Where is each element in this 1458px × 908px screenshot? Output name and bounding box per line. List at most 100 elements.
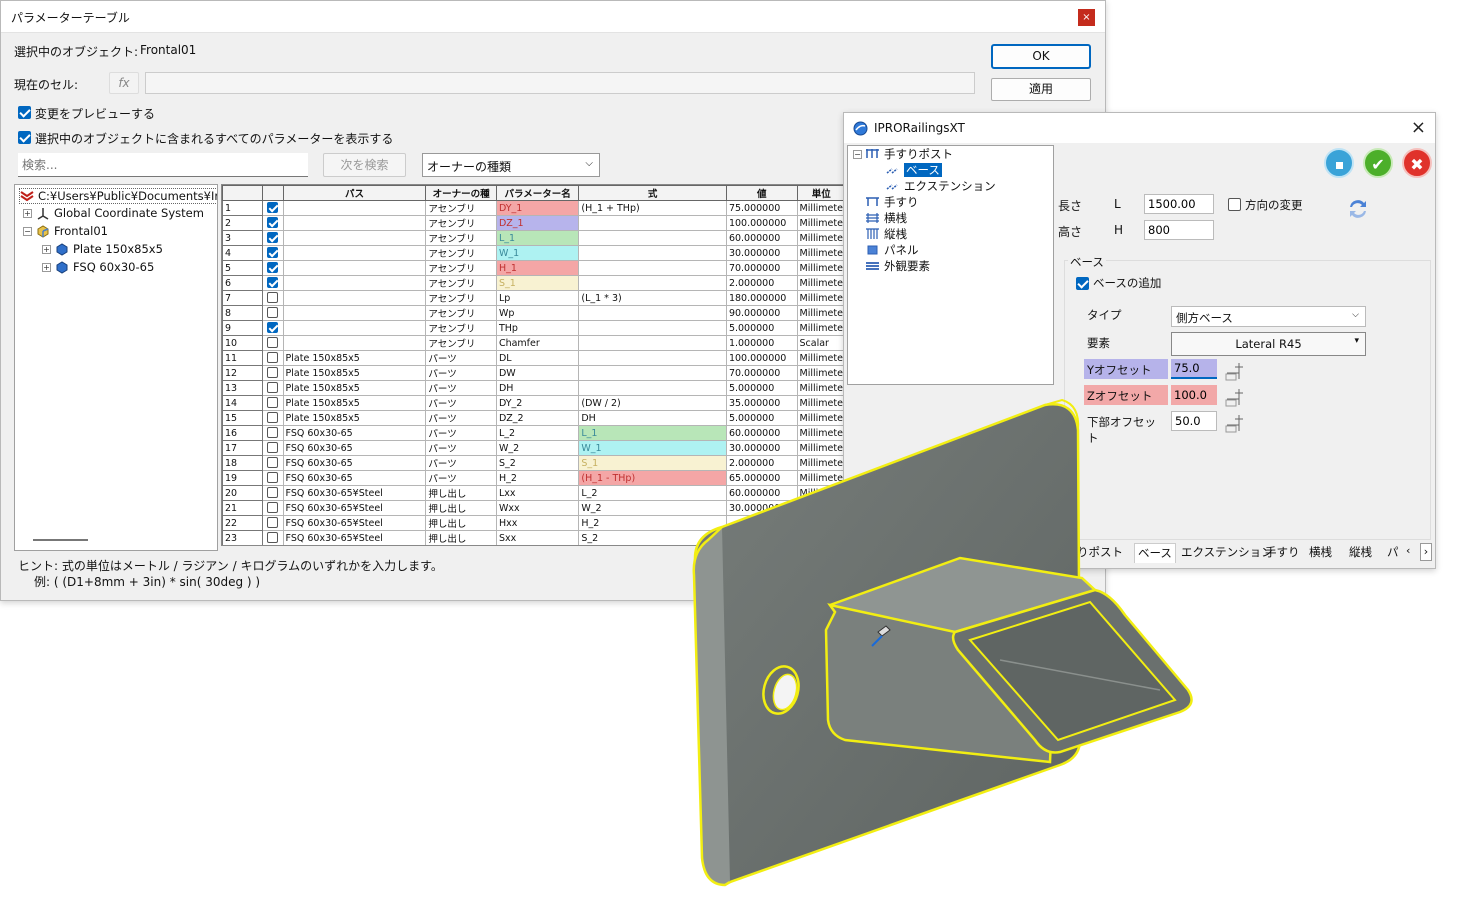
- param-name-cell[interactable]: Lxx: [495, 485, 580, 501]
- table-row[interactable]: 13 Plate 150x85x5 パーツ DH 5.000000 Millimete: [222, 380, 846, 396]
- row-number[interactable]: 7: [222, 290, 263, 306]
- row-enabled-cell[interactable]: [261, 230, 284, 246]
- tab-handrail[interactable]: 手すり: [1262, 543, 1303, 563]
- offset-pick-icon[interactable]: [1225, 411, 1251, 433]
- row-enabled-cell[interactable]: [261, 410, 284, 426]
- search-input[interactable]: [18, 153, 308, 177]
- height-input[interactable]: [1144, 220, 1214, 240]
- add-base-checkbox[interactable]: [1076, 277, 1089, 290]
- row-number[interactable]: 2: [222, 215, 263, 231]
- row-checkbox[interactable]: [267, 412, 279, 423]
- unit-cell[interactable]: Millimete: [796, 275, 846, 291]
- show-all-checkbox[interactable]: [18, 131, 31, 144]
- component-tree[interactable]: − 手すりポスト ベース エクステンション 手すり 横桟 縦桟 パネル 外観要素: [847, 145, 1054, 385]
- owner-type-cell[interactable]: パーツ: [425, 395, 497, 411]
- row-number[interactable]: 6: [222, 275, 263, 291]
- row-enabled-cell[interactable]: [261, 260, 284, 276]
- row-checkbox[interactable]: [267, 322, 279, 333]
- row-checkbox[interactable]: [267, 487, 279, 498]
- row-checkbox[interactable]: [267, 532, 279, 543]
- path-cell[interactable]: [282, 260, 427, 276]
- unit-cell[interactable]: Millimete: [796, 200, 846, 216]
- row-number[interactable]: 1: [222, 200, 263, 216]
- unit-cell[interactable]: Millimete: [796, 245, 846, 261]
- table-row[interactable]: 12 Plate 150x85x5 パーツ DW 70.000000 Millimete: [222, 365, 846, 381]
- row-checkbox[interactable]: [267, 247, 279, 258]
- flip-direction-icon[interactable]: [1344, 195, 1372, 223]
- path-cell[interactable]: FSQ 60x30-65: [282, 470, 427, 486]
- row-enabled-cell[interactable]: [261, 335, 284, 351]
- param-name-cell[interactable]: L_1: [495, 230, 580, 246]
- tab-rail[interactable]: 横桟: [1306, 543, 1335, 563]
- row-checkbox[interactable]: [267, 397, 279, 408]
- offset-pick-icon[interactable]: [1225, 359, 1251, 381]
- tree-node-panel[interactable]: パネル: [866, 242, 919, 258]
- owner-type-cell[interactable]: アセンブリ: [425, 290, 497, 306]
- close-button[interactable]: ×: [1078, 9, 1095, 26]
- value-cell[interactable]: 60.000000: [725, 230, 798, 246]
- ok-button[interactable]: OK: [991, 44, 1091, 69]
- collapse-icon[interactable]: −: [853, 150, 862, 159]
- unit-cell[interactable]: Millimete: [796, 290, 846, 306]
- expression-cell[interactable]: [578, 215, 727, 231]
- row-checkbox[interactable]: [267, 337, 279, 348]
- param-name-cell[interactable]: S_1: [495, 275, 580, 291]
- owner-type-cell[interactable]: 押し出し: [425, 485, 497, 501]
- param-name-cell[interactable]: Wp: [495, 305, 580, 321]
- row-number[interactable]: 17: [222, 440, 263, 456]
- row-checkbox[interactable]: [267, 517, 279, 528]
- param-name-cell[interactable]: L_2: [495, 425, 580, 441]
- row-enabled-cell[interactable]: [261, 395, 284, 411]
- preview-checkbox[interactable]: [18, 106, 31, 119]
- path-cell[interactable]: [282, 290, 427, 306]
- path-cell[interactable]: Plate 150x85x5: [282, 380, 427, 396]
- table-row[interactable]: 11 Plate 150x85x5 パーツ DL 100.000000 Millimete: [222, 350, 846, 366]
- unit-cell[interactable]: Millimete: [796, 380, 846, 396]
- path-cell[interactable]: [282, 200, 427, 216]
- value-cell[interactable]: 5.000000: [725, 320, 798, 336]
- expression-cell[interactable]: [578, 350, 727, 366]
- tree-node-rail[interactable]: 横桟: [866, 210, 907, 226]
- horizontal-scrollbar[interactable]: [33, 539, 88, 541]
- tab-scroll-right-icon[interactable]: ›: [1420, 543, 1432, 561]
- find-next-button[interactable]: 次を検索: [323, 153, 406, 177]
- value-cell[interactable]: 70.000000: [725, 365, 798, 381]
- owner-type-cell[interactable]: 押し出し: [425, 500, 497, 516]
- row-enabled-cell[interactable]: [261, 425, 284, 441]
- table-row[interactable]: 1 アセンブリ DY_1 (H_1 + THp) 75.000000 Millimete: [222, 200, 846, 216]
- expand-icon[interactable]: +: [42, 263, 51, 272]
- path-cell[interactable]: FSQ 60x30-65: [282, 440, 427, 456]
- row-enabled-cell[interactable]: [261, 485, 284, 501]
- param-name-cell[interactable]: DY_2: [495, 395, 580, 411]
- row-checkbox[interactable]: [267, 502, 279, 513]
- table-row[interactable]: 9 アセンブリ THp 5.000000 Millimete: [222, 320, 846, 336]
- column-header[interactable]: 式: [578, 185, 727, 201]
- value-cell[interactable]: 90.000000: [725, 305, 798, 321]
- param-name-cell[interactable]: Hxx: [495, 515, 580, 531]
- row-enabled-cell[interactable]: [261, 290, 284, 306]
- tree-node-gcs[interactable]: + Global Coordinate System: [23, 206, 204, 220]
- expression-cell[interactable]: [578, 305, 727, 321]
- column-header[interactable]: 単位: [796, 185, 846, 201]
- unit-cell[interactable]: Millimete: [796, 260, 846, 276]
- param-name-cell[interactable]: S_2: [495, 455, 580, 471]
- value-cell[interactable]: 70.000000: [725, 260, 798, 276]
- row-number[interactable]: 22: [222, 515, 263, 531]
- row-number[interactable]: 21: [222, 500, 263, 516]
- path-cell[interactable]: Plate 150x85x5: [282, 410, 427, 426]
- path-cell[interactable]: [282, 275, 427, 291]
- element-select[interactable]: Lateral R45 ▾: [1171, 332, 1366, 356]
- row-number[interactable]: 16: [222, 425, 263, 441]
- expression-cell[interactable]: (H_1 + THp): [578, 200, 727, 216]
- row-enabled-cell[interactable]: [261, 530, 284, 545]
- row-number[interactable]: 11: [222, 350, 263, 366]
- tab-baluster[interactable]: 縦桟: [1346, 543, 1375, 563]
- param-name-cell[interactable]: Wxx: [495, 500, 580, 516]
- tree-node-handrail[interactable]: 手すり: [866, 194, 919, 210]
- tree-node-appearance[interactable]: 外観要素: [866, 258, 930, 274]
- object-tree[interactable]: C:¥Users¥Public¥Documents¥Iron + Global C…: [14, 184, 218, 551]
- owner-type-cell[interactable]: パーツ: [425, 455, 497, 471]
- formula-input[interactable]: [145, 72, 975, 94]
- column-header[interactable]: 値: [725, 185, 798, 201]
- value-cell[interactable]: 100.000000: [725, 350, 798, 366]
